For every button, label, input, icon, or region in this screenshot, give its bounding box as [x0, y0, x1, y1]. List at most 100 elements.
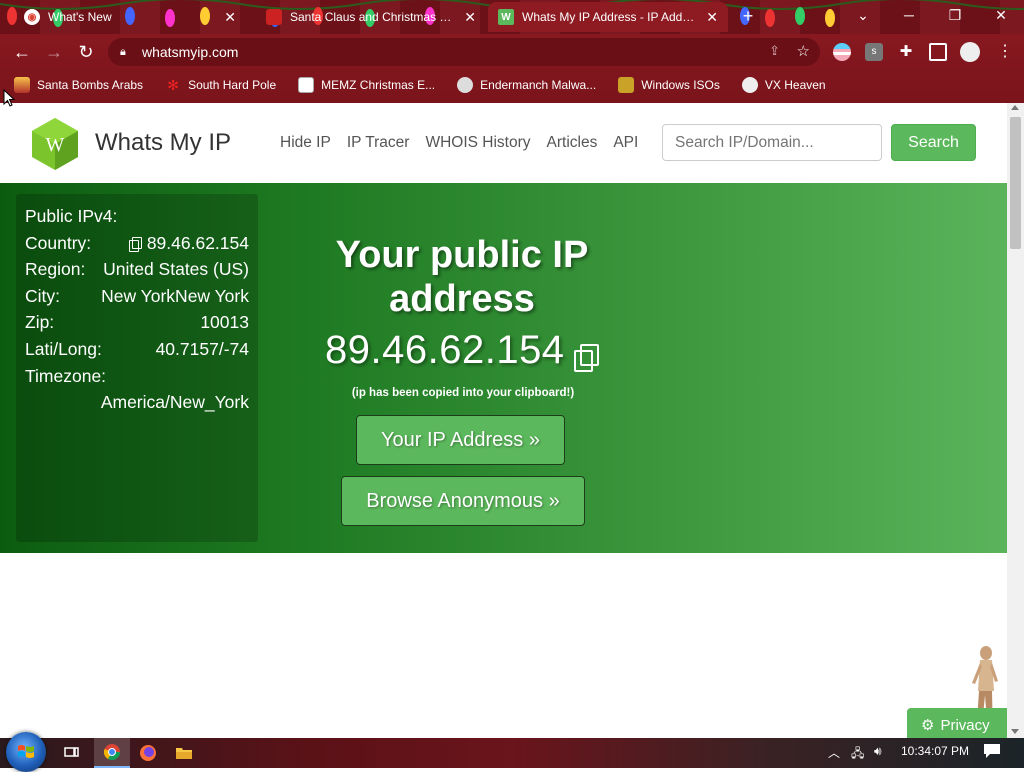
- info-row-city: City: New YorkNew York: [25, 286, 249, 306]
- privacy-button[interactable]: ⚙ Privacy: [907, 708, 1007, 738]
- clipboard-note: (ip has been copied into your clipboard!…: [351, 387, 575, 399]
- tab-title: What's New: [48, 10, 112, 24]
- search-input[interactable]: [662, 124, 882, 161]
- nav-whois-history[interactable]: WHOIS History: [425, 134, 530, 152]
- browser-frame: ◉ What's New ✕ Santa Claus and Christmas…: [0, 0, 1024, 103]
- bookmark-south-hard-pole[interactable]: ✻ South Hard Pole: [165, 77, 276, 93]
- menu-kebab-icon[interactable]: ⋮: [996, 43, 1014, 61]
- forward-icon[interactable]: →: [42, 40, 66, 64]
- ip-info-panel: Public IPv4: Country: 89.46.62.154 Regio…: [16, 194, 258, 542]
- windows-logo-icon: [18, 745, 34, 758]
- lock-icon: 🔒︎: [120, 46, 126, 58]
- minimize-icon[interactable]: ─: [886, 0, 932, 30]
- file-explorer-taskbar-icon[interactable]: [166, 738, 202, 768]
- bookmark-vx-heaven[interactable]: VX Heaven: [741, 77, 826, 93]
- candle-icon: [14, 77, 30, 93]
- extension-s-icon[interactable]: s: [865, 43, 883, 61]
- mouse-cursor-icon: [3, 89, 15, 107]
- info-row-country: Country: 89.46.62.154: [25, 233, 249, 253]
- back-icon[interactable]: ←: [10, 40, 34, 64]
- volume-icon[interactable]: 🔊︎: [874, 744, 882, 759]
- nav-articles[interactable]: Articles: [547, 134, 598, 152]
- bookmark-santa-bombs[interactable]: Santa Bombs Arabs: [14, 77, 143, 93]
- close-icon[interactable]: ✕: [464, 9, 476, 26]
- info-row-zip: Zip: 10013: [25, 312, 249, 332]
- new-tab-button[interactable]: +: [738, 6, 758, 26]
- tab-santa-claus[interactable]: Santa Claus and Christmas at the ✕: [256, 2, 486, 32]
- skull-icon: [457, 77, 474, 93]
- tab-title: Whats My IP Address - IP Address: [522, 10, 699, 24]
- tab-title: Santa Claus and Christmas at the: [290, 10, 457, 24]
- bookmark-memz[interactable]: MEMZ Christmas E...: [298, 77, 435, 93]
- tray-overflow-icon[interactable]: ︿: [828, 744, 840, 761]
- tab-whatsmyip[interactable]: W Whats My IP Address - IP Address ✕: [488, 2, 728, 32]
- close-icon[interactable]: ✕: [224, 9, 236, 26]
- page-icon: [266, 9, 282, 25]
- copy-ip-icon[interactable]: [574, 344, 599, 372]
- tab-whats-new[interactable]: ◉ What's New ✕: [14, 2, 246, 32]
- bookmark-star-icon[interactable]: ☆: [797, 42, 810, 60]
- copy-icon[interactable]: [128, 236, 142, 252]
- trophy-icon: [618, 77, 635, 93]
- task-view-icon[interactable]: [54, 738, 90, 768]
- bookmark-label: South Hard Pole: [188, 78, 277, 92]
- bookmark-endermanch[interactable]: Endermanch Malwa...: [457, 77, 596, 93]
- notifications-icon[interactable]: [983, 743, 1001, 762]
- main-nav: Hide IP IP Tracer WHOIS History Articles…: [280, 134, 638, 152]
- bookmark-label: Endermanch Malwa...: [480, 78, 597, 92]
- extensions-puzzle-icon[interactable]: ✚: [897, 43, 915, 61]
- chrome-taskbar-icon[interactable]: [94, 738, 130, 768]
- nav-hide-ip[interactable]: Hide IP: [280, 134, 331, 152]
- firefox-taskbar-icon[interactable]: [130, 738, 166, 768]
- gear-icon: ⚙: [921, 717, 935, 734]
- site-name[interactable]: Whats My IP: [95, 129, 231, 157]
- info-row-timezone: Timezone:: [25, 366, 107, 386]
- public-ip-value: 89.46.62.154: [325, 328, 565, 372]
- snowflake-icon: ✻: [167, 77, 179, 93]
- clock[interactable]: 10:34:07 PM: [901, 744, 969, 758]
- bookmarks-bar: Santa Bombs Arabs ✻ South Hard Pole MEMZ…: [0, 70, 1024, 100]
- info-row-region: Region: United States (US): [25, 259, 249, 279]
- search-button[interactable]: Search: [891, 124, 976, 161]
- extension-flag-icon[interactable]: [833, 43, 851, 61]
- browse-anonymous-button[interactable]: Browse Anonymous »: [341, 476, 585, 526]
- page-icon: [298, 77, 315, 93]
- site-logo-icon[interactable]: W: [30, 117, 80, 171]
- bookmark-label: MEMZ Christmas E...: [321, 78, 436, 92]
- page-scrollbar[interactable]: [1007, 103, 1024, 738]
- web-page: W Whats My IP Hide IP IP Tracer WHOIS Hi…: [0, 103, 1007, 738]
- your-ip-address-button[interactable]: Your IP Address »: [356, 415, 565, 465]
- bookmark-label: VX Heaven: [764, 78, 826, 92]
- chrome-icon: ◉: [24, 9, 40, 25]
- hero-section: Public IPv4: Country: 89.46.62.154 Regio…: [0, 183, 1007, 553]
- bookmark-windows-isos[interactable]: Windows ISOs: [618, 77, 720, 93]
- bookmark-label: Santa Bombs Arabs: [37, 78, 144, 92]
- network-icon[interactable]: 🖧︎: [851, 744, 864, 765]
- close-icon[interactable]: ✕: [706, 9, 718, 26]
- nav-ip-tracer[interactable]: IP Tracer: [347, 134, 410, 152]
- scrollbar-thumb[interactable]: [1010, 117, 1021, 249]
- start-button[interactable]: [6, 732, 46, 772]
- info-row-public-ipv4: Public IPv4:: [25, 206, 118, 226]
- scroll-down-icon[interactable]: [1011, 729, 1019, 734]
- address-bar[interactable]: 🔒︎ whatsmyip.com ⇪ ☆: [108, 38, 820, 66]
- side-panel-icon[interactable]: [929, 43, 947, 61]
- info-row-lat-long: Lati/Long: 40.7157/-74: [25, 339, 249, 359]
- window-close-icon[interactable]: ✕: [978, 0, 1024, 30]
- bookmark-label: Windows ISOs: [641, 78, 720, 92]
- restore-icon[interactable]: ❐: [932, 0, 978, 30]
- whatsmyip-icon: W: [498, 9, 514, 25]
- biohazard-icon: [741, 77, 758, 93]
- nav-api[interactable]: API: [613, 134, 638, 152]
- site-header: W Whats My IP Hide IP IP Tracer WHOIS Hi…: [0, 103, 1007, 183]
- reload-icon[interactable]: ↻: [74, 40, 98, 64]
- tab-search-icon[interactable]: ⌄: [840, 0, 886, 30]
- profile-avatar-icon[interactable]: [960, 42, 980, 62]
- svg-text:W: W: [46, 134, 65, 156]
- hero-title: Your public IP address: [335, 234, 589, 320]
- share-icon[interactable]: ⇪: [769, 43, 780, 59]
- info-row-timezone-value: America/New_York: [100, 392, 249, 412]
- scroll-up-icon[interactable]: [1011, 105, 1019, 110]
- windows-taskbar: ︿ 🖧︎ 🔊︎ 10:34:07 PM: [0, 732, 1024, 772]
- url-text: whatsmyip.com: [142, 44, 239, 60]
